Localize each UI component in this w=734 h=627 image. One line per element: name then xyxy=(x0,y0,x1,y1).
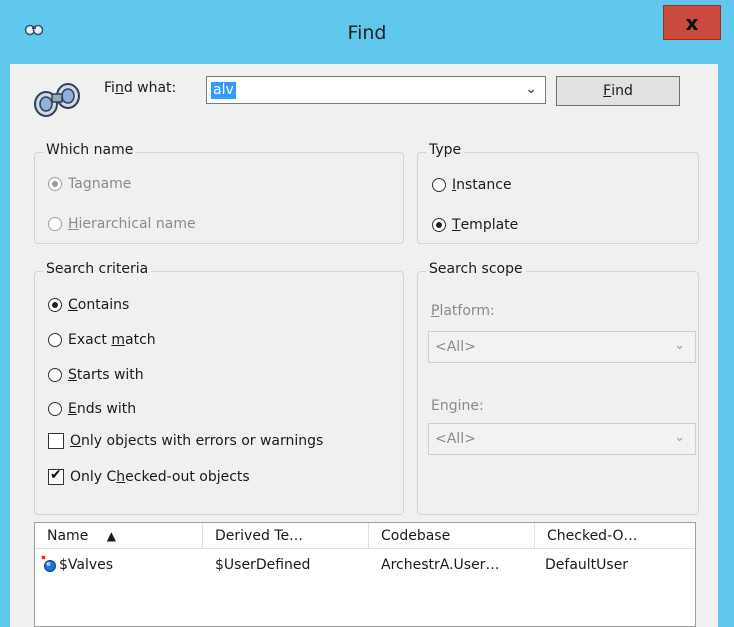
close-button[interactable]: x xyxy=(663,5,721,40)
instance-radio[interactable]: Instance xyxy=(432,177,512,193)
title-bar[interactable]: Find x xyxy=(0,0,734,64)
template-radio[interactable]: Template xyxy=(432,217,518,233)
platform-select[interactable]: <All> ⌄ xyxy=(428,331,696,363)
chevron-down-icon[interactable]: ⌄ xyxy=(525,81,537,97)
platform-label: Platform: xyxy=(431,303,495,319)
template-label-post: emplate xyxy=(460,217,519,233)
tagname-label-pre: Ta xyxy=(68,176,83,192)
row-derived-template: $UserDefined xyxy=(215,557,311,573)
checked-out-label-accesskey: h xyxy=(116,469,126,485)
instance-label-post: nstance xyxy=(456,177,512,193)
find-what-input[interactable]: alv xyxy=(211,82,236,99)
errors-label-accesskey: O xyxy=(70,433,82,449)
ends-with-label-accesskey: E xyxy=(68,401,77,417)
window-frame-left xyxy=(0,64,10,627)
hierarchical-name-radio-dot[interactable] xyxy=(48,217,62,231)
starts-with-label-accesskey: S xyxy=(68,367,77,383)
type-legend: Type xyxy=(426,142,465,158)
row-codebase: ArchestrA.User… xyxy=(381,557,500,573)
ends-with-label-post: nds with xyxy=(76,401,137,417)
template-label-accesskey: T xyxy=(452,217,461,233)
engine-label-pre: En xyxy=(431,398,449,414)
template-object-icon xyxy=(41,555,57,577)
exact-match-label-post: atch xyxy=(125,332,156,348)
engine-label: Engine: xyxy=(431,398,484,414)
tagname-radio[interactable]: Ta g name xyxy=(48,176,131,192)
tagname-label-accesskey: g xyxy=(82,176,92,192)
platform-label-post: latform: xyxy=(439,303,495,319)
find-what-label: Find what: xyxy=(104,80,176,96)
engine-select[interactable]: <All> ⌄ xyxy=(428,423,696,455)
errors-warnings-checkbox[interactable]: Only objects with errors or warnings xyxy=(48,433,323,449)
ends-with-radio[interactable]: Ends with xyxy=(48,401,136,417)
find-what-label-accesskey: n xyxy=(114,80,124,96)
engine-label-post: ine: xyxy=(457,398,484,414)
search-criteria-legend: Search criteria xyxy=(43,261,152,277)
column-header-codebase[interactable]: Codebase xyxy=(369,523,535,549)
starts-with-label-post: tarts with xyxy=(76,367,144,383)
hierarchical-label-accesskey: H xyxy=(68,216,79,232)
find-what-combobox[interactable]: alv ⌄ xyxy=(206,76,546,104)
engine-label-accesskey: g xyxy=(448,398,458,414)
hierarchical-label-post: ierarchical name xyxy=(78,216,196,232)
engine-select-value: <All> xyxy=(435,431,476,447)
instance-radio-dot[interactable] xyxy=(432,178,446,192)
hierarchical-name-radio[interactable]: Hierarchical name xyxy=(48,216,196,232)
tagname-label-post: name xyxy=(91,176,132,192)
checked-out-label-pre: Only C xyxy=(70,469,117,485)
window-frame-right xyxy=(718,64,734,627)
platform-select-value: <All> xyxy=(435,339,476,355)
results-list[interactable]: Name ▲ Derived Te… Codebase Checked-O… $… xyxy=(34,522,696,627)
starts-with-radio-dot[interactable] xyxy=(48,368,62,382)
chevron-down-icon[interactable]: ⌄ xyxy=(674,430,685,445)
contains-label-accesskey: C xyxy=(68,297,78,313)
find-what-label-post: d what: xyxy=(123,80,177,96)
column-header-codebase-label: Codebase xyxy=(381,528,451,544)
window-title: Find xyxy=(347,22,387,44)
find-button[interactable]: Find xyxy=(556,76,680,106)
exact-match-radio[interactable]: Exact m atch xyxy=(48,332,156,348)
errors-label-post: nly objects with errors or warnings xyxy=(81,433,324,449)
exact-match-label-accesskey: m xyxy=(111,332,125,348)
checked-out-label-post: ecked-out objects xyxy=(125,469,250,485)
column-header-name[interactable]: Name ▲ xyxy=(35,523,203,549)
tagname-radio-dot[interactable] xyxy=(48,177,62,191)
exact-match-radio-dot[interactable] xyxy=(48,333,62,347)
column-header-checked-out[interactable]: Checked-O… xyxy=(535,523,695,549)
errors-warnings-checkbox-box[interactable] xyxy=(48,433,64,449)
which-name-legend: Which name xyxy=(43,142,137,158)
contains-radio-dot[interactable] xyxy=(48,298,62,312)
row-name: $Valves xyxy=(59,557,114,573)
sort-ascending-icon: ▲ xyxy=(106,529,116,543)
checked-out-checkbox-box[interactable] xyxy=(48,467,64,485)
find-button-accesskey: F xyxy=(603,83,612,99)
find-dialog: Find x Find what: alv ⌄ Find Which name … xyxy=(0,0,734,627)
contains-label-post: ontains xyxy=(77,297,130,313)
column-header-checked-out-label: Checked-O… xyxy=(547,528,638,544)
template-radio-dot[interactable] xyxy=(432,218,446,232)
contains-radio[interactable]: Contains xyxy=(48,297,129,313)
chevron-down-icon[interactable]: ⌄ xyxy=(674,338,685,353)
ends-with-radio-dot[interactable] xyxy=(48,402,62,416)
checked-out-checkbox[interactable]: Only Checked-out objects xyxy=(48,467,250,485)
search-scope-legend: Search scope xyxy=(426,261,526,277)
starts-with-radio[interactable]: Starts with xyxy=(48,367,144,383)
find-button-label: ind xyxy=(611,83,633,99)
binoculars-large-icon xyxy=(32,76,84,124)
column-header-derived-template[interactable]: Derived Te… xyxy=(203,523,369,549)
exact-match-label-pre: Exact xyxy=(68,332,112,348)
column-header-derived-label: Derived Te… xyxy=(215,528,304,544)
find-what-label-pre: Fi xyxy=(104,80,115,96)
row-checked-out: DefaultUser xyxy=(545,557,629,573)
column-header-name-label: Name xyxy=(47,528,89,544)
